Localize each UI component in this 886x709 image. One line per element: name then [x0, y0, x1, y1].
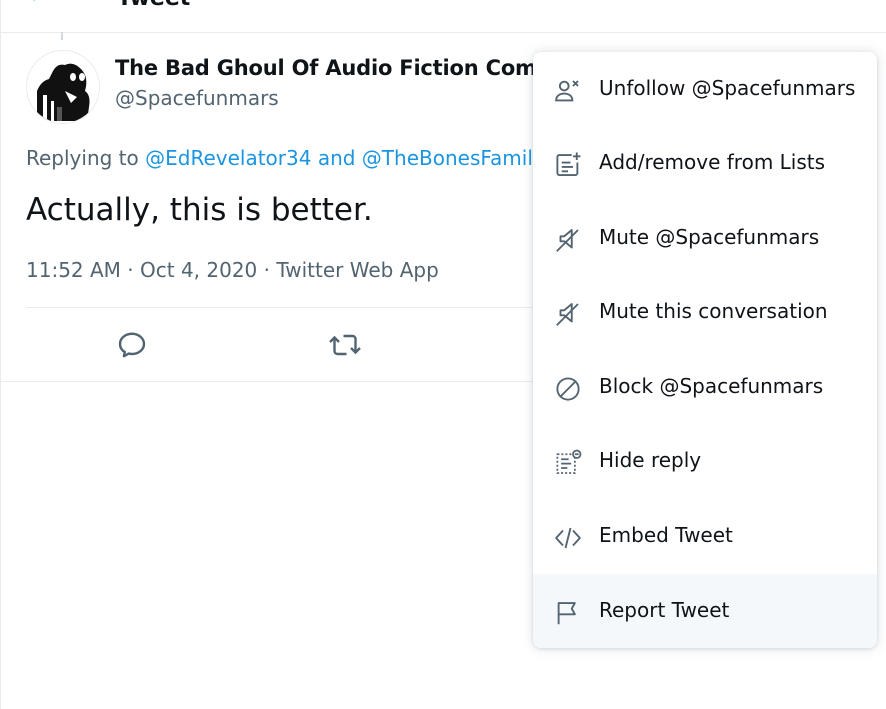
replying-to-links[interactable]: @EdRevelator34 and @TheBonesFamily [145, 146, 545, 170]
reply-icon [118, 332, 146, 358]
menu-item-mute-user[interactable]: Mute @Spacefunmars [533, 201, 877, 275]
retweet-button[interactable] [327, 327, 363, 363]
menu-item-block[interactable]: Block @Spacefunmars [533, 350, 877, 424]
menu-item-report[interactable]: Report Tweet [533, 574, 877, 648]
unfollow-icon [553, 76, 583, 106]
mute-icon [553, 225, 583, 255]
mute-icon [553, 299, 583, 329]
reply-button[interactable] [114, 327, 150, 363]
block-icon [553, 374, 583, 404]
retweet-icon [329, 334, 361, 356]
menu-item-hide-reply[interactable]: Hide reply [533, 424, 877, 498]
menu-item-label: Add/remove from Lists [599, 150, 826, 174]
arrow-left-icon[interactable]: ← [29, 0, 47, 9]
divider [1, 381, 546, 382]
menu-item-label: Hide reply [599, 448, 702, 472]
page-title: Tweet [117, 0, 190, 11]
flag-icon [553, 598, 583, 628]
menu-item-label: Unfollow @Spacefunmars [599, 76, 856, 100]
avatar-image [27, 51, 99, 123]
menu-item-mute-conversation[interactable]: Mute this conversation [533, 275, 877, 349]
tweet-meta[interactable]: 11:52 AM · Oct 4, 2020 · Twitter Web App [26, 258, 439, 282]
thread-line [61, 32, 63, 40]
menu-item-lists[interactable]: Add/remove from Lists [533, 126, 877, 200]
menu-item-label: Block @Spacefunmars [599, 374, 824, 398]
hide-reply-icon [553, 448, 583, 478]
header: ← Tweet [1, 0, 886, 33]
embed-icon [553, 523, 583, 553]
menu-item-label: Mute @Spacefunmars [599, 225, 820, 249]
avatar[interactable] [26, 50, 100, 124]
menu-item-embed[interactable]: Embed Tweet [533, 499, 877, 573]
replying-prefix: Replying to [26, 146, 139, 170]
tweet-text: Actually, this is better. [26, 192, 373, 228]
author-name[interactable]: The Bad Ghoul Of Audio Fiction Comedy [115, 56, 579, 80]
tweet-options-menu: Unfollow @Spacefunmars Add/remove from L… [533, 52, 877, 648]
replying-to: Replying to @EdRevelator34 and @TheBones… [26, 146, 545, 170]
author-handle[interactable]: @Spacefunmars [115, 86, 279, 110]
menu-item-label: Report Tweet [599, 598, 730, 622]
menu-item-label: Mute this conversation [599, 299, 828, 323]
divider [26, 307, 546, 308]
menu-item-unfollow[interactable]: Unfollow @Spacefunmars [533, 52, 877, 126]
list-add-icon [553, 150, 583, 180]
menu-item-label: Embed Tweet [599, 523, 733, 547]
